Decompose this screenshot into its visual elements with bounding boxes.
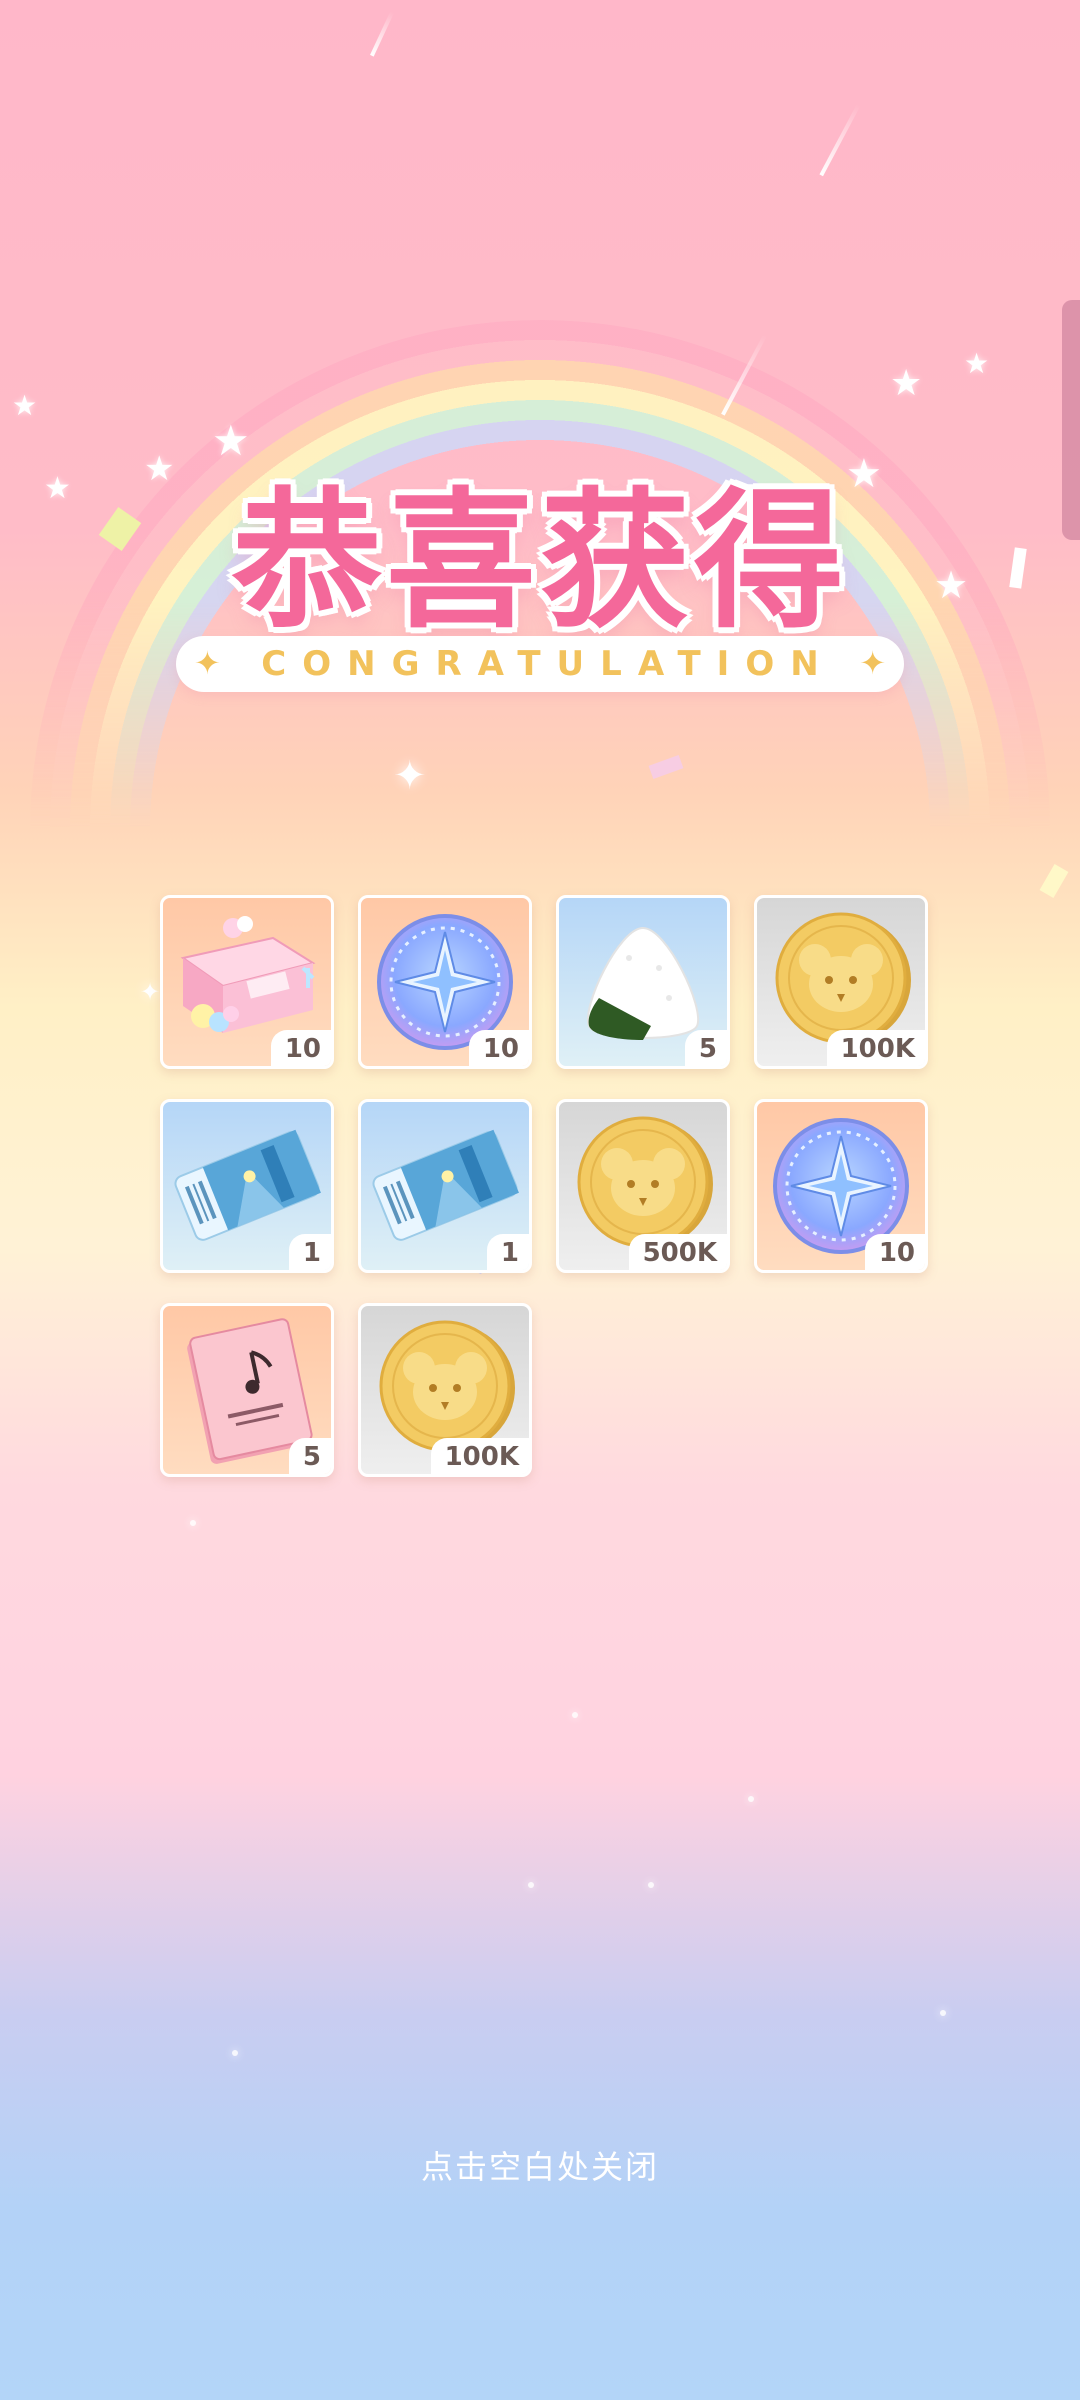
reward-item-koala-gold-coin[interactable]: 500K — [556, 1099, 730, 1273]
reward-quantity: 5 — [288, 1438, 331, 1474]
shooting-star-decoration — [819, 103, 861, 177]
sparkle-dot — [572, 1712, 578, 1718]
reward-item-music-book[interactable]: 5 — [160, 1303, 334, 1477]
reward-item-blue-ticket[interactable]: 1 — [358, 1099, 532, 1273]
banner-text: CONGRATULATION — [261, 644, 835, 684]
sparkle-icon: ✦ — [194, 644, 221, 682]
reward-quantity: 500K — [628, 1234, 727, 1270]
reward-item-koala-gold-coin[interactable]: 100K — [358, 1303, 532, 1477]
star-decoration-icon: ★ — [890, 363, 923, 404]
shooting-star-decoration — [370, 11, 394, 57]
reward-quantity: 100K — [430, 1438, 529, 1474]
side-drag-handle[interactable] — [1062, 300, 1080, 540]
reward-item-koala-gold-coin[interactable]: 100K — [754, 895, 928, 1069]
sparkle-dot — [528, 1882, 534, 1888]
reward-quantity: 5 — [684, 1030, 727, 1066]
sparkle-dot — [232, 2050, 238, 2056]
confetti-decoration — [1039, 864, 1069, 898]
reward-item-rice-ball[interactable]: 5 — [556, 895, 730, 1069]
reward-quantity: 1 — [486, 1234, 529, 1270]
sparkle-icon: ✦ — [140, 978, 161, 1006]
reward-quantity: 10 — [864, 1234, 925, 1270]
sparkle-dot — [940, 2010, 946, 2016]
page-title: 恭喜获得 — [231, 475, 848, 649]
sparkle-icon: ✦ — [859, 644, 886, 682]
reward-quantity: 1 — [288, 1234, 331, 1270]
sparkle-dot — [648, 1882, 654, 1888]
reward-item-star-compass-token[interactable]: 10 — [754, 1099, 928, 1273]
reward-grid: 10 10 5 100K 1 1 500K 10 5 100K — [160, 895, 928, 1477]
sparkle-dot — [748, 1796, 754, 1802]
reward-quantity: 100K — [826, 1030, 925, 1066]
star-decoration-icon: ★ — [12, 389, 38, 422]
reward-quantity: 10 — [468, 1030, 529, 1066]
congratulation-banner: ✦ CONGRATULATION ✦ — [176, 636, 904, 692]
reward-item-gift-box[interactable]: 10 — [160, 895, 334, 1069]
sparkle-dot — [190, 1520, 196, 1526]
close-hint-text[interactable]: 点击空白处关闭 — [0, 2142, 1080, 2188]
star-decoration-icon: ★ — [964, 347, 990, 380]
reward-quantity: 10 — [270, 1030, 331, 1066]
reward-item-blue-ticket[interactable]: 1 — [160, 1099, 334, 1273]
sparkle-icon: ✦ — [393, 753, 427, 799]
shooting-star-decoration — [721, 334, 767, 416]
confetti-decoration — [648, 754, 684, 780]
reward-item-star-compass-token[interactable]: 10 — [358, 895, 532, 1069]
